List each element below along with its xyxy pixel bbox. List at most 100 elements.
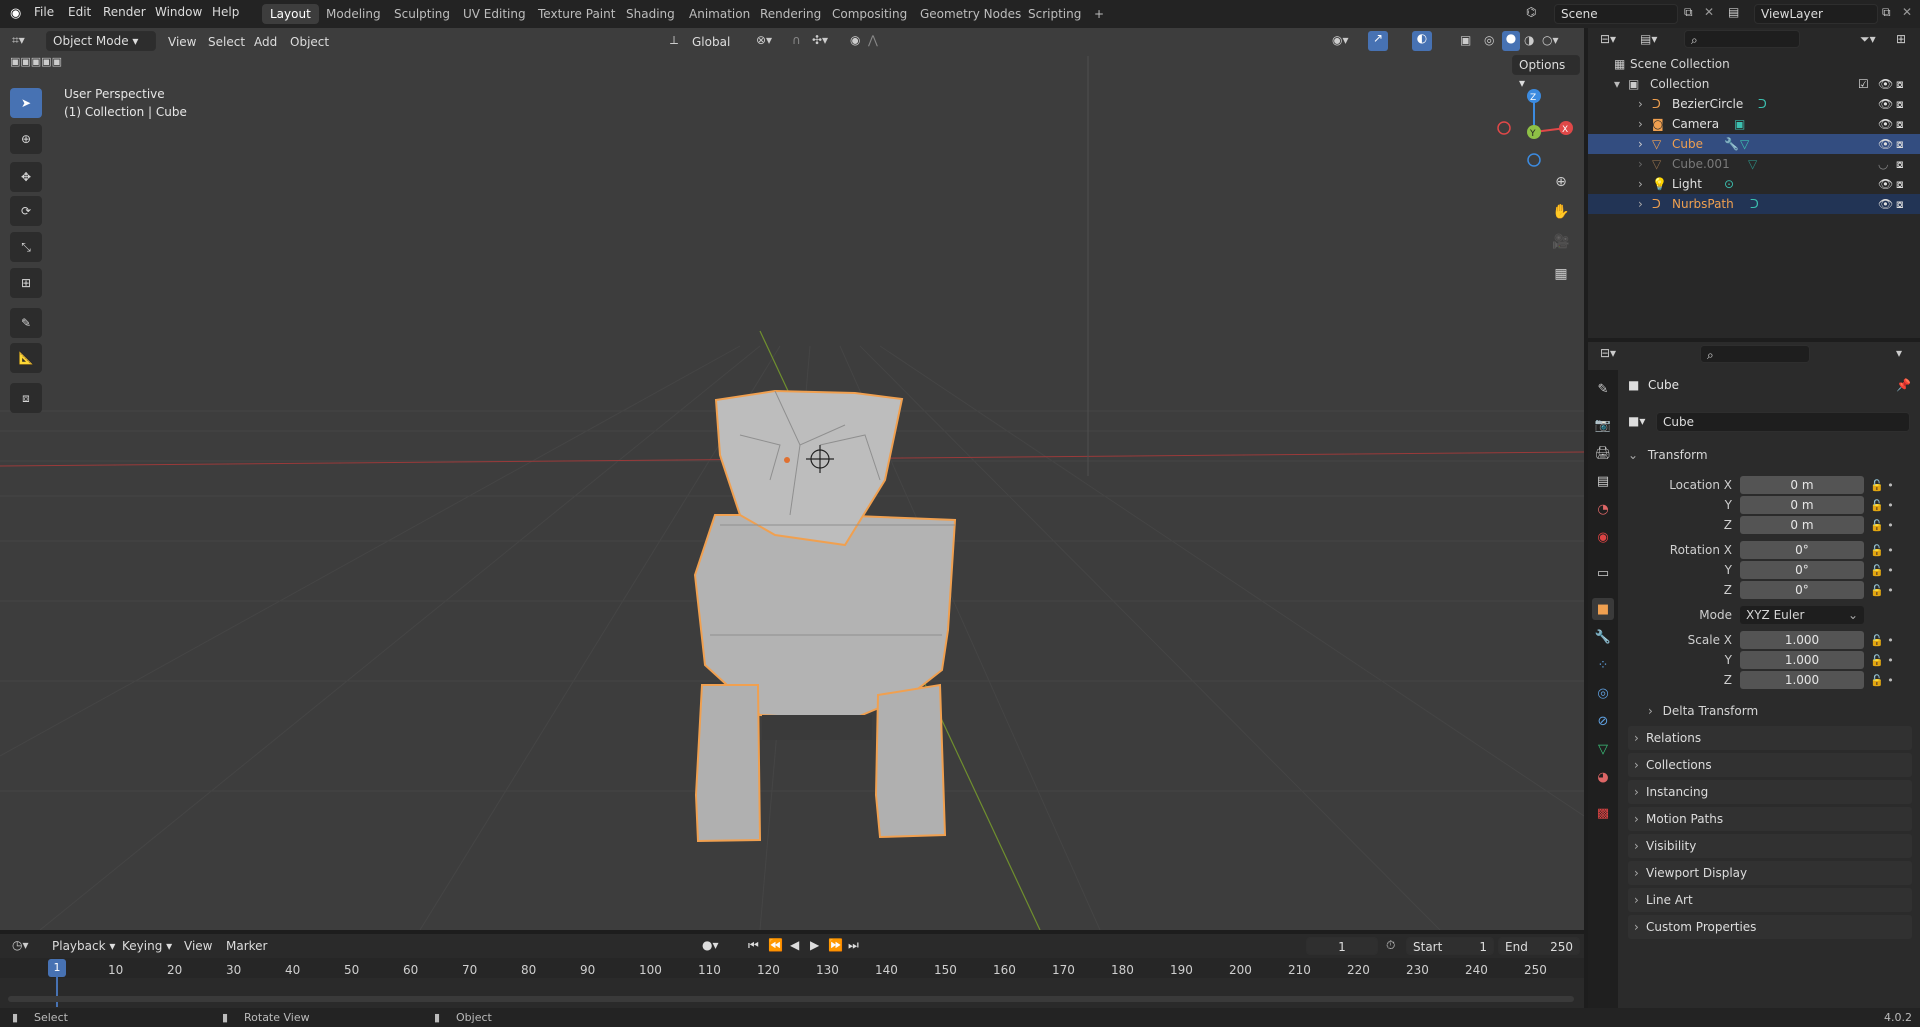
eye-icon[interactable]: 👁: [1878, 174, 1893, 194]
particles-tab-icon[interactable]: ⁘: [1592, 654, 1614, 676]
snap-target-icon[interactable]: ✣▾: [812, 33, 828, 47]
checkbox-icon[interactable]: ☑: [1858, 74, 1869, 94]
camera-render-icon[interactable]: ⧇: [1896, 114, 1904, 134]
outliner-item-nurbspath[interactable]: › ᑐ NurbsPath ᑐ 👁 ⧇: [1588, 194, 1920, 214]
menu-add[interactable]: Add: [250, 32, 281, 52]
rotate-tool[interactable]: ⟳: [10, 196, 42, 226]
play-icon[interactable]: ▶: [810, 938, 819, 952]
lock-icon[interactable]: 🔓 •: [1870, 631, 1894, 651]
add-workspace-button[interactable]: +: [1086, 4, 1112, 24]
render-tab-icon[interactable]: 📷: [1592, 414, 1614, 436]
editor-type-icon[interactable]: ⌗▾: [12, 33, 25, 48]
end-frame-field[interactable]: End 250: [1498, 937, 1580, 955]
camera-render-icon[interactable]: ⧇: [1896, 74, 1904, 94]
eye-icon[interactable]: 👁: [1878, 74, 1893, 94]
mode-selector[interactable]: Object Mode ▾: [46, 31, 156, 51]
panel-viewport-display[interactable]: Viewport Display: [1628, 861, 1912, 885]
camera-view-icon[interactable]: 🎥: [1549, 230, 1573, 254]
camera-render-icon[interactable]: ⧇: [1896, 174, 1904, 194]
rotation-y-field[interactable]: 0°: [1740, 561, 1864, 579]
menu-view[interactable]: View: [164, 32, 200, 52]
visibility-icon[interactable]: ◉▾: [1332, 33, 1349, 47]
scale-y-field[interactable]: 1.000: [1740, 651, 1864, 669]
output-tab-icon[interactable]: 🖨: [1592, 442, 1614, 464]
expand-icon[interactable]: ›: [1638, 134, 1643, 154]
timeline-scrollbar[interactable]: [8, 996, 1574, 1002]
gizmo-toggle-icon[interactable]: ↗: [1368, 31, 1388, 51]
panel-visibility[interactable]: Visibility: [1628, 834, 1912, 858]
pivot-icon[interactable]: ⊗▾: [756, 33, 772, 47]
menu-file[interactable]: File: [34, 5, 54, 19]
collapse-icon[interactable]: ▾: [1896, 346, 1902, 360]
playhead[interactable]: 1: [48, 959, 66, 977]
expand-icon[interactable]: ›: [1638, 194, 1643, 214]
eye-icon[interactable]: 👁: [1878, 114, 1893, 134]
tab-layout[interactable]: Layout: [262, 4, 319, 24]
location-z-field[interactable]: 0 m: [1740, 516, 1864, 534]
outliner-editor-icon[interactable]: ⊟▾: [1600, 32, 1616, 46]
cursor-tool[interactable]: ⊕: [10, 124, 42, 154]
expand-icon[interactable]: ›: [1638, 94, 1643, 114]
menu-edit[interactable]: Edit: [68, 5, 91, 19]
start-frame-field[interactable]: Start 1: [1406, 937, 1494, 955]
lock-icon[interactable]: 🔓 •: [1870, 561, 1894, 581]
annotate-tool[interactable]: ✎: [10, 308, 42, 338]
play-reverse-icon[interactable]: ◀: [790, 938, 799, 952]
lock-icon[interactable]: 🔓 •: [1870, 496, 1894, 516]
scene-tab-icon[interactable]: ◔: [1592, 498, 1614, 520]
prev-keyframe-icon[interactable]: ⏪: [768, 938, 783, 952]
proportional-edit-icon[interactable]: ◉: [850, 33, 860, 47]
scene-selector[interactable]: Scene: [1554, 4, 1678, 24]
panel-collections[interactable]: Collections: [1628, 753, 1912, 777]
timeline-menu-marker[interactable]: Marker: [222, 936, 271, 956]
solid-shading-icon[interactable]: ●: [1502, 31, 1520, 51]
camera-render-icon[interactable]: ⧇: [1896, 194, 1904, 214]
texture-tab-icon[interactable]: ▩: [1592, 802, 1614, 824]
stopwatch-icon[interactable]: ⏱: [1386, 938, 1395, 953]
menu-help[interactable]: Help: [212, 5, 239, 19]
timeline-menu-keying[interactable]: Keying ▾: [118, 936, 176, 956]
tab-sculpting[interactable]: Sculpting: [386, 4, 458, 24]
record-icon[interactable]: ●▾: [702, 938, 719, 952]
camera-render-icon[interactable]: ⧇: [1896, 154, 1904, 174]
lock-icon[interactable]: 🔓 •: [1870, 651, 1894, 671]
outliner-scene-collection[interactable]: ▦ Scene Collection: [1588, 54, 1920, 74]
tab-scripting[interactable]: Scripting: [1020, 4, 1089, 24]
orientation-selector[interactable]: Global: [688, 32, 734, 52]
pin-icon[interactable]: 📌: [1896, 378, 1911, 392]
delete-scene-icon[interactable]: ✕: [1704, 5, 1714, 19]
tab-shading[interactable]: Shading: [618, 4, 683, 24]
snap-icon[interactable]: ∩: [792, 33, 801, 47]
material-tab-icon[interactable]: ◕: [1592, 766, 1614, 788]
falloff-icon[interactable]: ⋀: [868, 33, 878, 47]
new-view-layer-icon[interactable]: ⧉: [1882, 5, 1891, 20]
constraints-tab-icon[interactable]: ⊘: [1592, 710, 1614, 732]
tab-modeling[interactable]: Modeling: [318, 4, 389, 24]
expand-icon[interactable]: ▾: [1614, 74, 1620, 94]
outliner-item-light[interactable]: › 💡 Light ⊙ 👁 ⧇: [1588, 174, 1920, 194]
material-shading-icon[interactable]: ◑: [1524, 33, 1534, 47]
scene-icon[interactable]: ⌬: [1526, 5, 1536, 19]
expand-icon[interactable]: ›: [1638, 174, 1643, 194]
lock-icon[interactable]: 🔓 •: [1870, 476, 1894, 496]
view-layer-tab-icon[interactable]: ▤: [1592, 470, 1614, 492]
object-type-dropdown[interactable]: ■▾: [1628, 414, 1645, 428]
outliner-collection[interactable]: ▾ ▣ Collection ☑ 👁 ⧇: [1588, 74, 1920, 94]
zoom-icon[interactable]: ⊕: [1549, 170, 1573, 194]
camera-render-icon[interactable]: ⧇: [1896, 134, 1904, 154]
outliner-item-cube[interactable]: › ▽ Cube 🔧 ▽ 👁 ⧇: [1588, 134, 1920, 154]
view-layer-icon[interactable]: ▤: [1728, 5, 1739, 19]
tool-tab-icon[interactable]: ✎: [1592, 378, 1614, 400]
properties-editor-icon[interactable]: ⊟▾: [1600, 346, 1616, 360]
timeline-menu-playback[interactable]: Playback ▾: [48, 936, 119, 956]
select-box-tool[interactable]: ➤: [10, 88, 42, 118]
outliner-item-cube001[interactable]: › ▽ Cube.001 ▽ ◡ ⧇: [1588, 154, 1920, 174]
transform-tool[interactable]: ⊞: [10, 268, 42, 298]
lock-icon[interactable]: 🔓 •: [1870, 671, 1894, 691]
panel-custom-properties[interactable]: Custom Properties: [1628, 915, 1912, 939]
expand-icon[interactable]: ›: [1638, 154, 1643, 174]
overlay-toggle-icon[interactable]: ◐: [1412, 31, 1432, 51]
outliner-item-beziercircle[interactable]: › ᑐ BezierCircle ᑐ 👁 ⧇: [1588, 94, 1920, 114]
delete-view-layer-icon[interactable]: ✕: [1902, 5, 1912, 19]
tab-compositing[interactable]: Compositing: [824, 4, 915, 24]
